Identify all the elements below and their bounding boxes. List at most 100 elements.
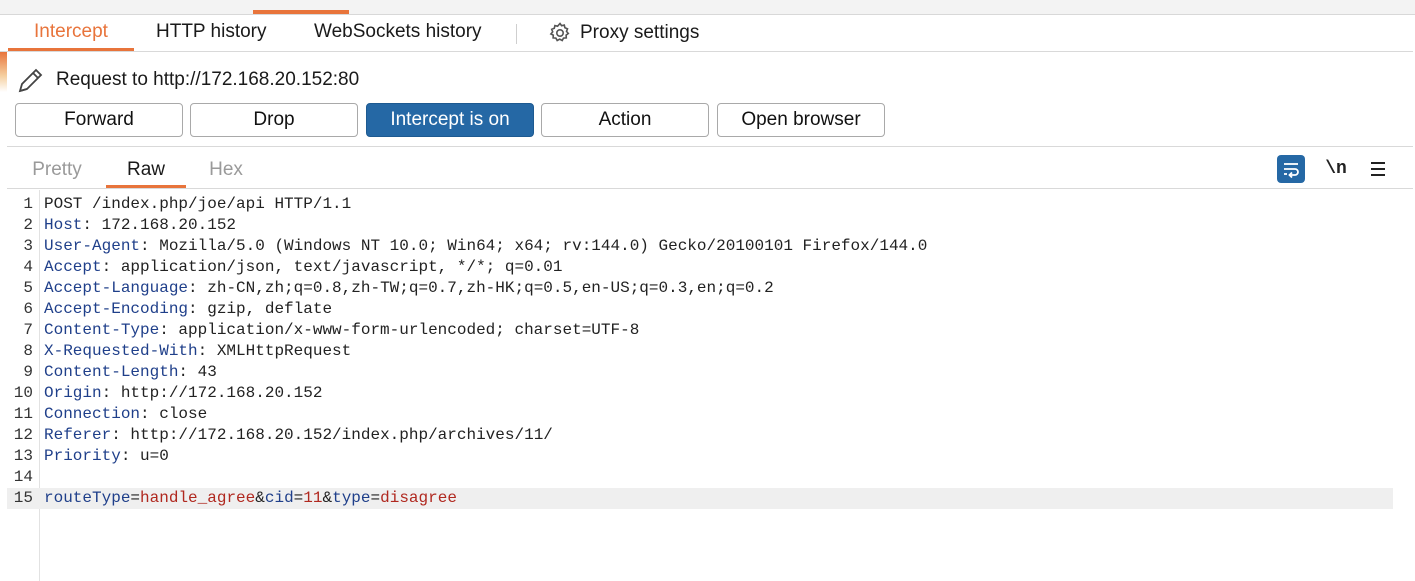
request-target: Request to http://172.168.20.152:80	[16, 62, 359, 98]
code-text: Accept: application/json, text/javascrip…	[44, 257, 562, 278]
code-line: 2 Host: 172.168.20.152	[7, 215, 1393, 236]
header-value: http://172.168.20.152/index.php/archives…	[130, 426, 553, 444]
header-value: application/json, text/javascript, */*; …	[120, 258, 563, 276]
code-text: Accept-Encoding: gzip, deflate	[44, 299, 332, 320]
pencil-icon	[18, 68, 43, 93]
header-name: Content-Length	[44, 363, 179, 381]
upper-tab-strip	[0, 0, 1415, 15]
tab-raw[interactable]: Raw	[106, 155, 186, 188]
header-separator: :	[178, 363, 198, 381]
code-text: Priority: u=0	[44, 446, 169, 467]
header-separator: :	[159, 321, 179, 339]
line-number: 6	[23, 300, 33, 318]
header-name: Referer	[44, 426, 112, 444]
action-button[interactable]: Action	[541, 103, 709, 137]
request-editor[interactable]: 1 POST /index.php/joe/api HTTP/1.1 2 Host: …	[7, 190, 1413, 581]
code-text: Host: 172.168.20.152	[44, 215, 236, 236]
code-line: 5 Accept-Language: zh-CN,zh;q=0.8,zh-TW;q…	[7, 278, 1393, 299]
header-name: User-Agent	[44, 237, 141, 255]
header-value: close	[159, 405, 208, 423]
code-text: User-Agent: Mozilla/5.0 (Windows NT 10.0…	[44, 236, 927, 257]
code-text: Origin: http://172.168.20.152	[44, 383, 322, 404]
param-value: handle_agree	[140, 489, 256, 507]
tab-http-history[interactable]: HTTP history	[156, 15, 267, 51]
header-value: XMLHttpRequest	[216, 342, 352, 360]
line-number: 1	[23, 195, 33, 213]
code-line: 1 POST /index.php/joe/api HTTP/1.1	[7, 194, 1393, 215]
left-accent-bar	[0, 52, 7, 92]
header-name: Priority	[44, 447, 121, 465]
code-text: Referer: http://172.168.20.152/index.php…	[44, 425, 553, 446]
code-text: Content-Length: 43	[44, 362, 217, 383]
code-line: 6 Accept-Encoding: gzip, deflate	[7, 299, 1393, 320]
code-line: 11 Connection: close	[7, 404, 1393, 425]
param-name: routeType	[44, 489, 131, 507]
header-name: Host	[44, 216, 83, 234]
header-separator: :	[188, 279, 208, 297]
header-separator: :	[120, 447, 141, 465]
param-equals: =	[130, 489, 141, 507]
header-name: Accept-Encoding	[44, 300, 189, 318]
message-view-tabs: Pretty Raw Hex	[7, 147, 1413, 189]
param-separator: &	[255, 489, 265, 507]
code-line: 8 X-Requested-With: XMLHttpRequest	[7, 341, 1393, 362]
code-line: 3 User-Agent: Mozilla/5.0 (Windows NT 10.…	[7, 236, 1393, 257]
gear-icon	[549, 22, 570, 42]
header-value: 172.168.20.152	[101, 216, 237, 234]
code-line: 4 Accept: application/json, text/javascri…	[7, 257, 1393, 278]
intercept-toggle-button[interactable]: Intercept is on	[366, 103, 534, 137]
word-wrap-toggle[interactable]	[1277, 155, 1305, 183]
header-name: Connection	[44, 405, 141, 423]
line-number: 10	[13, 384, 33, 402]
param-separator: &	[322, 489, 333, 507]
header-separator: :	[188, 300, 208, 318]
header-name: X-Requested-With	[44, 342, 198, 360]
header-separator: :	[101, 258, 121, 276]
proxy-subtabs: Intercept HTTP history WebSockets histor…	[0, 15, 1413, 52]
header-name: Accept	[44, 258, 102, 276]
param-equals: =	[293, 489, 304, 507]
param-name: cid	[264, 489, 294, 507]
tab-pretty[interactable]: Pretty	[29, 155, 85, 188]
code-line: 7 Content-Type: application/x-www-form-ur…	[7, 320, 1393, 341]
header-name: Accept-Language	[44, 279, 189, 297]
line-number: 11	[13, 405, 33, 423]
code-line: 13 Priority: u=0	[7, 446, 1393, 467]
line-number: 13	[13, 447, 33, 465]
open-browser-button[interactable]: Open browser	[717, 103, 885, 137]
forward-button[interactable]: Forward	[15, 103, 183, 137]
line-number: 4	[23, 258, 33, 276]
tab-websockets-history[interactable]: WebSockets history	[314, 15, 482, 51]
code-line: 15 routeType=handle_agree&cid=11&type=dis…	[7, 488, 1393, 509]
line-number: 15	[13, 489, 33, 507]
header-separator: :	[197, 342, 217, 360]
line-number: 8	[23, 342, 33, 360]
code-line: 9 Content-Length: 43	[7, 362, 1393, 383]
header-separator: :	[111, 426, 131, 444]
code-text: routeType=handle_agree&cid=11&type=disag…	[44, 488, 457, 509]
line-number: 14	[13, 468, 33, 486]
code-text: POST /index.php/joe/api HTTP/1.1	[44, 194, 351, 215]
show-newlines-toggle[interactable]: \n	[1322, 155, 1350, 183]
tab-hex[interactable]: Hex	[207, 155, 245, 188]
code-text: Accept-Language: zh-CN,zh;q=0.8,zh-TW;q=…	[44, 278, 774, 299]
code-text: Content-Type: application/x-www-form-url…	[44, 320, 639, 341]
header-value: zh-CN,zh;q=0.8,zh-TW;q=0.7,zh-HK;q=0.5,e…	[207, 279, 774, 297]
drop-button[interactable]: Drop	[190, 103, 358, 137]
param-value: disagree	[380, 489, 457, 507]
header-value: Mozilla/5.0 (Windows NT 10.0; Win64; x64…	[159, 237, 928, 255]
line-number: 7	[23, 321, 33, 339]
hamburger-menu-icon	[1371, 162, 1385, 176]
code-line: 14	[7, 467, 1393, 488]
request-line-text: POST /index.php/joe/api HTTP/1.1	[44, 195, 352, 213]
code-text: X-Requested-With: XMLHttpRequest	[44, 341, 351, 362]
header-separator: :	[140, 237, 160, 255]
proxy-settings-button[interactable]: Proxy settings	[548, 15, 699, 51]
tab-intercept[interactable]: Intercept	[8, 15, 134, 51]
editor-menu-button[interactable]	[1364, 155, 1392, 183]
param-equals: =	[370, 489, 381, 507]
tab-divider	[516, 24, 517, 44]
word-wrap-icon	[1284, 163, 1299, 179]
header-value: gzip, deflate	[207, 300, 333, 318]
header-separator: :	[101, 384, 121, 402]
